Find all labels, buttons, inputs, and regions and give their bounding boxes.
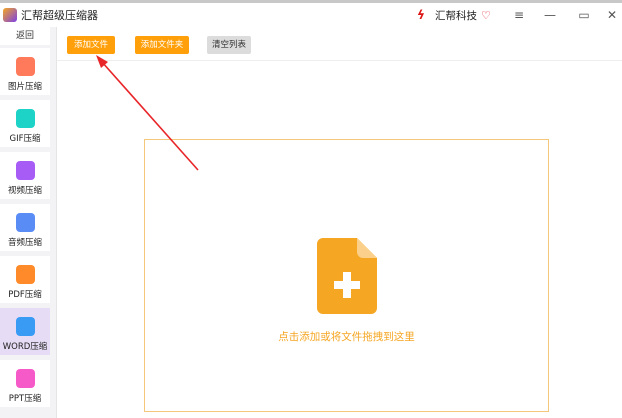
sidebar-item-label: 音频压缩 [7,238,42,248]
minimize-button[interactable]: — [540,3,560,27]
sidebar-item-label: PDF压缩 [8,290,42,300]
sidebar-item-icon [15,317,35,336]
sidebar-item[interactable]: 图片压缩 [0,48,50,95]
sidebar: 返回 图片压缩 GIF压缩视频压缩音频压缩 PDF压缩 WORD压缩 PPT压缩 [0,27,57,418]
maximize-button[interactable]: ▭ [574,3,594,27]
sidebar-item-icon [15,109,35,128]
app-title: 汇帮超级压缩器 [21,9,98,22]
drop-zone-hint: 点击添加或将文件拖拽到这里 [278,331,415,343]
add-file-icon [317,238,377,314]
brand-name: 汇帮科技 [435,9,477,22]
sidebar-item[interactable]: PPT压缩 [0,360,50,407]
heart-icon[interactable]: ♡ [481,9,491,22]
add-folder-button[interactable]: 添加文件夹 [135,36,189,54]
sidebar-item-label: 视频压缩 [7,186,42,196]
sidebar-item[interactable]: 音频压缩 [0,204,50,251]
drop-zone[interactable]: 点击添加或将文件拖拽到这里 [144,139,549,412]
sidebar-item-icon [15,265,35,284]
sidebar-item[interactable]: 视频压缩 [0,152,50,199]
sidebar-item-label: PPT压缩 [8,394,42,404]
sidebar-item-label: WORD压缩 [2,342,48,352]
sidebar-item-label: GIF压缩 [9,134,41,144]
clear-list-button[interactable]: 清空列表 [207,36,251,54]
sidebar-item[interactable]: WORD压缩 [0,308,50,355]
sidebar-item-icon [15,57,35,76]
brand-logo-icon: ϟ [417,8,425,22]
add-file-button[interactable]: 添加文件 [67,36,115,54]
menu-button[interactable]: ≡ [509,3,529,27]
toolbar: 添加文件 添加文件夹 清空列表 [57,27,622,61]
sidebar-item-label: 图片压缩 [7,82,42,92]
sidebar-item[interactable]: PDF压缩 [0,256,50,303]
app-logo-icon [3,8,17,22]
sidebar-item-icon [15,161,35,180]
close-button[interactable]: ✕ [602,3,622,27]
sidebar-item-icon [15,369,35,388]
sidebar-item-icon [15,213,35,232]
back-button[interactable]: 返回 [0,27,50,45]
sidebar-item[interactable]: GIF压缩 [0,100,50,147]
brand[interactable]: ϟ 汇帮科技 ♡ [417,3,491,27]
